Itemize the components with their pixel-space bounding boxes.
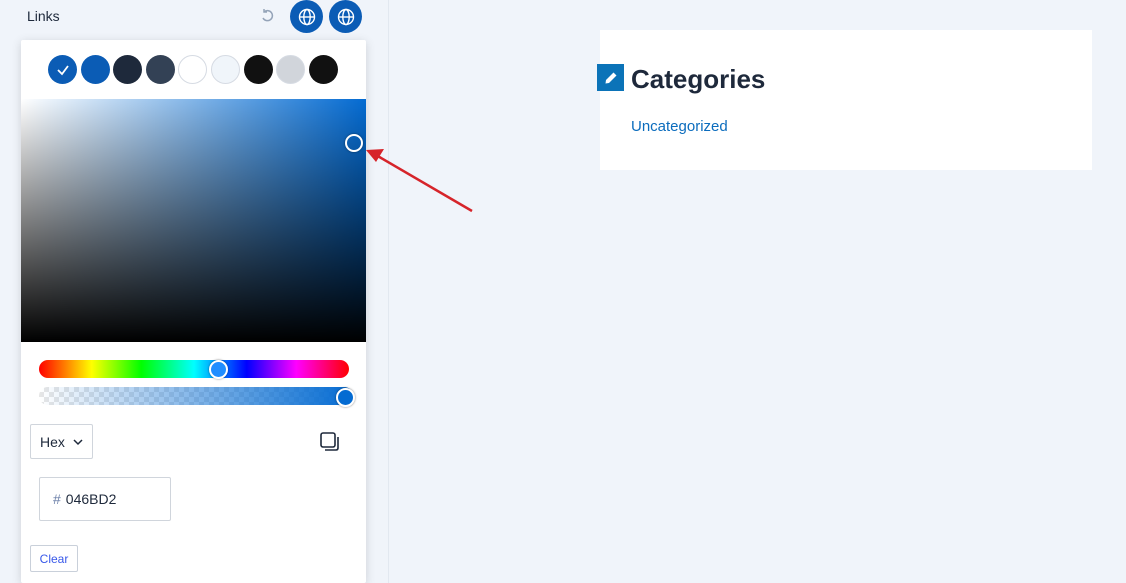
saturation-handle[interactable]	[345, 134, 363, 152]
hue-slider[interactable]	[39, 360, 349, 379]
check-icon	[56, 64, 69, 75]
copy-icon[interactable]	[319, 431, 341, 453]
settings-panel: Links Hex # 046BD2 Clear	[0, 0, 389, 583]
globe-icon	[298, 8, 315, 25]
links-color-header: Links	[0, 0, 389, 34]
reset-icon[interactable]	[258, 7, 276, 25]
hue-handle[interactable]	[209, 360, 228, 379]
palette-swatch[interactable]	[243, 55, 273, 84]
color-picker-popover: Hex # 046BD2 Clear	[21, 40, 366, 583]
palette-swatch[interactable]	[145, 55, 175, 84]
categories-widget	[600, 30, 1092, 170]
edit-widget-button[interactable]	[597, 64, 624, 91]
clear-button[interactable]: Clear	[30, 545, 78, 572]
global-color-button-hover[interactable]	[329, 0, 362, 33]
pencil-icon	[605, 72, 616, 83]
links-label: Links	[27, 8, 60, 24]
palette-swatch[interactable]	[48, 55, 77, 84]
alpha-slider[interactable]	[39, 387, 353, 405]
hex-input[interactable]: # 046BD2	[39, 477, 171, 521]
palette-swatch[interactable]	[276, 55, 306, 84]
alpha-handle[interactable]	[336, 388, 355, 407]
widget-title: Categories	[631, 64, 766, 94]
hex-value: 046BD2	[65, 491, 117, 507]
palette-swatch[interactable]	[308, 55, 338, 84]
color-format-value: Hex	[40, 433, 65, 450]
global-color-button-normal[interactable]	[290, 0, 323, 33]
palette-swatch[interactable]	[113, 55, 143, 84]
category-link[interactable]: Uncategorized	[631, 118, 728, 135]
hex-prefix: #	[53, 491, 61, 507]
chevron-down-icon	[73, 439, 83, 446]
palette-swatch[interactable]	[211, 55, 240, 84]
saturation-value-area[interactable]	[21, 99, 366, 342]
color-format-select[interactable]: Hex	[30, 424, 93, 459]
palette-swatch[interactable]	[178, 55, 208, 84]
globe-icon	[337, 8, 354, 25]
palette-swatch[interactable]	[80, 55, 110, 84]
